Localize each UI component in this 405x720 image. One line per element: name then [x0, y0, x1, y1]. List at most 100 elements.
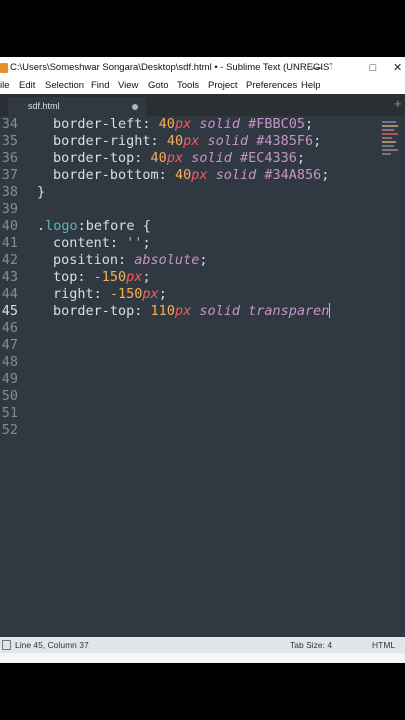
css-class-name: logo [45, 218, 78, 234]
menu-preferences[interactable]: Preferences [246, 80, 297, 91]
css-semicolon: ; [313, 133, 322, 149]
css-property: position [53, 252, 119, 268]
css-number: 40 [150, 150, 167, 166]
code-line-35: border-right: 40px solid #4385F6; [53, 133, 321, 149]
css-unit: px [191, 167, 208, 183]
css-number: 110 [150, 303, 175, 319]
line-number: 51 [1, 405, 18, 421]
css-dot: . [37, 218, 46, 234]
css-color-value: #EC4336 [239, 150, 297, 166]
css-semicolon: ; [305, 116, 314, 132]
css-colon: : [109, 235, 127, 251]
code-line-42: position: absolute; [53, 252, 207, 268]
css-semicolon: ; [321, 167, 330, 183]
css-semicolon: ; [142, 269, 151, 285]
css-keyword: solid [207, 167, 265, 183]
tab-bar: sdf.html [0, 94, 405, 116]
code-line-37: border-bottom: 40px solid #34A856; [53, 167, 329, 183]
line-number: 39 [1, 201, 18, 217]
unsaved-dot-icon[interactable] [132, 104, 138, 110]
minimap-line [382, 133, 398, 135]
css-unit: px [126, 269, 143, 285]
css-unit: px [183, 133, 200, 149]
css-colon: : [134, 303, 151, 319]
status-bar: Line 45, Column 37 Tab Size: 4 HTML [0, 637, 405, 653]
css-colon: : [77, 269, 94, 285]
code-line-36: border-top: 40px solid #EC4336; [53, 150, 305, 166]
taskbar-strip [0, 653, 405, 663]
minimap-line [382, 145, 394, 147]
line-number: 34 [1, 116, 18, 132]
code-line-38: } [37, 184, 46, 200]
css-keyword: solid [191, 303, 249, 319]
css-property: content [53, 235, 110, 251]
css-keyword: solid [191, 116, 249, 132]
css-color-value: #4385F6 [256, 133, 314, 149]
minimap-line [382, 137, 392, 139]
tab-label: sdf.html [28, 101, 60, 111]
window-title: C:\Users\Someshwar Songara\Desktop\sdf.h… [10, 62, 332, 73]
css-colon: : [118, 252, 135, 268]
css-property: top [53, 269, 78, 285]
css-number: -150 [109, 286, 143, 302]
css-colon: : [158, 167, 175, 183]
minimap[interactable] [380, 119, 402, 159]
menu-goto[interactable]: Goto [148, 80, 169, 91]
minimize-button[interactable]: — [307, 57, 327, 78]
panel-toggle-icon[interactable] [2, 640, 11, 650]
close-button[interactable]: ✕ [393, 57, 405, 78]
menu-edit[interactable]: Edit [19, 80, 35, 91]
line-number: 43 [1, 269, 18, 285]
css-color-value: #FBBC05 [248, 116, 306, 132]
new-tab-button[interactable]: + [394, 96, 402, 111]
css-unit: px [142, 286, 159, 302]
css-property: border-top [53, 150, 135, 166]
css-color-value: #34A856 [264, 167, 322, 183]
css-unit: px [174, 303, 192, 319]
maximize-button[interactable]: □ [363, 57, 383, 78]
line-number: 37 [1, 167, 18, 183]
css-colon: : [150, 133, 167, 149]
menu-file[interactable]: ile [0, 80, 10, 91]
code-editor[interactable]: 34 35 36 37 38 39 40 41 42 43 44 45 46 4… [0, 116, 405, 637]
text-cursor [329, 303, 331, 318]
menu-bar: ile Edit Selection Find View Goto Tools … [0, 78, 405, 94]
css-string: '' [126, 235, 143, 251]
syntax-selector[interactable]: HTML [372, 640, 395, 650]
menu-help[interactable]: Help [301, 80, 321, 91]
css-number: 40 [158, 116, 175, 132]
css-unit: px [174, 116, 192, 132]
css-property: border-top [53, 303, 135, 319]
css-number: -150 [93, 269, 127, 285]
css-keyword: transparen [248, 303, 330, 319]
line-number: 38 [1, 184, 18, 200]
cursor-position: Line 45, Column 37 [15, 640, 89, 650]
tab-sdf-html[interactable]: sdf.html [8, 97, 146, 116]
menu-project[interactable]: Project [208, 80, 238, 91]
menu-tools[interactable]: Tools [177, 80, 199, 91]
css-open-brace: { [134, 218, 151, 234]
menu-selection[interactable]: Selection [45, 80, 84, 91]
menu-find[interactable]: Find [91, 80, 109, 91]
code-line-45: border-top: 110px solid transparen [53, 303, 331, 319]
line-number: 36 [1, 150, 18, 166]
video-letterbox-top [0, 0, 405, 57]
line-number: 35 [1, 133, 18, 149]
css-keyword: solid [183, 150, 240, 166]
css-keyword: absolute [134, 252, 200, 268]
code-line-34: border-left: 40px solid #FBBC05; [53, 116, 313, 132]
css-keyword: solid [199, 133, 257, 149]
line-number: 47 [1, 337, 18, 353]
line-number: 52 [1, 422, 18, 438]
line-number: 42 [1, 252, 18, 268]
line-number: 49 [1, 371, 18, 387]
minimap-line [382, 121, 396, 123]
line-number: 41 [1, 235, 18, 251]
tab-size-selector[interactable]: Tab Size: 4 [290, 640, 332, 650]
css-unit: px [166, 150, 184, 166]
css-number: 40 [166, 133, 184, 149]
css-number: 40 [174, 167, 192, 183]
minimap-line [382, 129, 394, 131]
menu-view[interactable]: View [118, 80, 138, 91]
line-number: 50 [1, 388, 18, 404]
